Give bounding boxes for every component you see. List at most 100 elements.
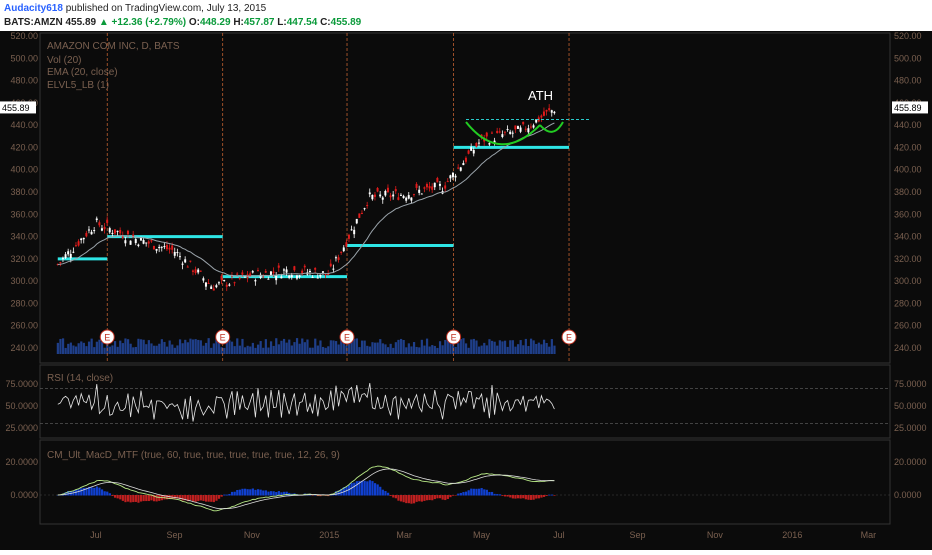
volume-bar xyxy=(464,343,468,354)
candle-body xyxy=(389,195,392,198)
macd-hist-bar xyxy=(498,494,501,496)
volume-bar xyxy=(256,344,260,354)
chart-canvas[interactable]: E E E E E 520.00 520.00 500.00 500.00 480.00 480.… xyxy=(0,31,932,550)
volume-bar xyxy=(145,344,148,354)
price-tick-right: 520.00 xyxy=(894,31,922,41)
candle-body xyxy=(490,132,493,134)
volume-bar xyxy=(308,347,312,354)
volume-bar xyxy=(501,341,504,354)
candle-body xyxy=(496,130,499,134)
macd-hist-bar xyxy=(134,495,137,502)
candle-body xyxy=(116,230,119,232)
macd-tick-left: 0.0000 xyxy=(10,490,38,500)
author-link[interactable]: Audacity618 xyxy=(4,3,63,14)
last-price-label-right: 455.89 xyxy=(894,103,922,113)
price-tick-right: 480.00 xyxy=(894,76,922,86)
candle-body xyxy=(145,242,148,244)
candle-body xyxy=(199,270,202,272)
volume-bar xyxy=(95,341,98,354)
candle-body xyxy=(459,167,462,171)
volume-bar xyxy=(269,341,273,354)
price-tick-left: 340.00 xyxy=(10,232,38,242)
volume-bar xyxy=(207,338,210,354)
macd-hist-bar xyxy=(132,495,135,503)
candle-body xyxy=(215,285,218,288)
candle-body xyxy=(457,167,460,169)
macd-hist-bar xyxy=(428,495,431,501)
candle-body xyxy=(111,232,114,234)
candle-body xyxy=(181,263,184,265)
candle-body xyxy=(334,257,337,259)
rsi-tick-left: 75.0000 xyxy=(5,379,38,389)
chart-frame[interactable]: E E E E E 520.00 520.00 500.00 500.00 480.00 480.… xyxy=(0,31,932,550)
candle-body xyxy=(293,266,296,271)
macd-hist-bar xyxy=(241,488,244,496)
macd-hist-bar xyxy=(394,495,397,499)
macd-hist-bar xyxy=(93,487,96,496)
volume-bar xyxy=(470,339,473,354)
volume-bar xyxy=(363,340,366,354)
volume-bar xyxy=(223,347,226,354)
volume-bar xyxy=(72,345,75,354)
candle-body xyxy=(269,271,272,276)
volume-bar xyxy=(420,339,423,354)
macd-hist-bar xyxy=(191,495,195,502)
volume-bar xyxy=(85,346,88,354)
volume-bar xyxy=(163,341,166,354)
volume-bar xyxy=(285,342,288,354)
candle-body xyxy=(503,131,506,133)
volume-bar xyxy=(490,340,494,354)
volume-bar xyxy=(236,338,239,354)
macd-hist-bar xyxy=(483,489,486,496)
volume-bar xyxy=(298,343,301,354)
macd-hist-bar xyxy=(464,491,468,496)
macd-hist-bar xyxy=(420,495,423,502)
volume-bar xyxy=(467,347,470,354)
macd-hist-bar xyxy=(124,495,127,503)
candle-body xyxy=(340,251,343,253)
macd-hist-bar xyxy=(350,483,353,496)
candle-body xyxy=(184,259,187,263)
volume-bar xyxy=(324,347,327,354)
candle-body xyxy=(373,194,376,197)
candle-body xyxy=(210,286,213,289)
macd-hist-bar xyxy=(217,495,221,499)
rsi-tick-right: 75.0000 xyxy=(894,379,927,389)
macd-hist-bar xyxy=(158,495,161,501)
volume-bar xyxy=(233,346,236,354)
candle-body xyxy=(337,257,340,260)
volume-bar xyxy=(319,340,322,354)
volume-bar xyxy=(316,345,319,354)
candle-body xyxy=(363,208,366,210)
volume-bar xyxy=(228,340,231,354)
volume-bar xyxy=(137,338,140,354)
volume-bar xyxy=(532,340,535,354)
macd-hist-bar xyxy=(111,495,114,496)
macd-hist-bar xyxy=(197,495,200,502)
volume-bar xyxy=(314,338,317,354)
macd-hist-bar xyxy=(485,489,488,496)
volume-bar xyxy=(433,345,436,354)
volume-bar xyxy=(366,345,369,354)
volume-bar xyxy=(277,344,280,354)
candle-body xyxy=(228,284,231,286)
volume-bar xyxy=(436,347,439,354)
candle-body xyxy=(488,143,491,145)
volume-bar xyxy=(202,345,205,354)
macd-hist-bar xyxy=(522,495,525,499)
price-tick-right: 500.00 xyxy=(894,53,922,63)
cup-arc xyxy=(465,121,541,146)
volume-bar xyxy=(204,342,208,354)
volume-bar xyxy=(212,343,215,354)
candle-body xyxy=(72,251,75,253)
candle-body xyxy=(371,194,374,200)
macd-line xyxy=(57,465,555,512)
candle-body xyxy=(272,271,275,274)
macd-hist-bar xyxy=(210,495,213,502)
candle-body xyxy=(415,183,418,188)
macd-hist-bar xyxy=(256,489,260,496)
volume-bar xyxy=(152,345,156,354)
volume-bar xyxy=(199,340,202,354)
volume-bar xyxy=(394,342,397,354)
candle-body xyxy=(171,245,174,250)
